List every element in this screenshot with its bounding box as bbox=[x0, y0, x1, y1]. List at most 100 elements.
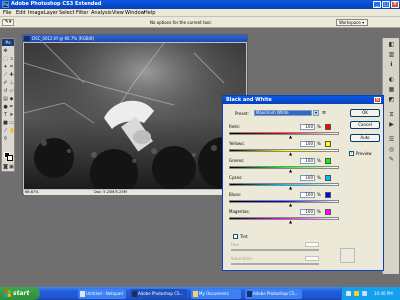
styles-panel-icon[interactable]: ◩ bbox=[387, 96, 396, 104]
crop-tool-icon[interactable]: ⌗ bbox=[9, 64, 14, 70]
channels-panel-icon[interactable]: ◎ bbox=[387, 146, 396, 154]
path-select-icon[interactable]: ➤ bbox=[9, 112, 14, 118]
tint-checkbox[interactable] bbox=[233, 234, 238, 239]
blues-slider-track[interactable] bbox=[229, 200, 339, 203]
eraser-tool-icon[interactable]: ▱ bbox=[9, 88, 14, 94]
saturation-label: Saturation bbox=[231, 256, 252, 261]
minimize-button[interactable]: _ bbox=[373, 1, 381, 8]
quick-mask-icon[interactable]: ◙ bbox=[3, 164, 8, 170]
shape-tool-icon[interactable]: ■ bbox=[3, 120, 8, 126]
document-title-bar[interactable]: DSC_0012.tif @ 66.7% (RGB/8) bbox=[23, 35, 247, 42]
preset-menu-icon[interactable]: ≡ bbox=[322, 110, 327, 116]
menu-view[interactable]: View bbox=[112, 10, 124, 16]
taskbar-item-notepad[interactable]: Untitled - Notepad bbox=[78, 289, 126, 299]
cyans-value[interactable]: 100 bbox=[300, 175, 315, 181]
brush-tool-icon[interactable]: ✐ bbox=[3, 80, 8, 86]
blues-value[interactable]: 100 bbox=[300, 192, 315, 198]
reds-slider-thumb[interactable]: ▲ bbox=[289, 135, 293, 139]
navigator-panel-icon[interactable]: ◧ bbox=[387, 41, 396, 49]
reds-value[interactable]: 100 bbox=[300, 124, 315, 130]
taskbar-item-photoshop[interactable]: Adobe Photoshop CS... bbox=[130, 289, 187, 299]
greens-slider-track[interactable] bbox=[229, 166, 339, 169]
magentas-slider-track[interactable] bbox=[229, 217, 339, 220]
dodge-tool-icon[interactable]: ● bbox=[3, 104, 8, 110]
eyedropper-icon[interactable]: ✎▾ bbox=[2, 19, 14, 26]
saturation-value[interactable] bbox=[305, 256, 319, 261]
tint-color-swatch[interactable] bbox=[340, 248, 355, 263]
marquee-tool-icon[interactable]: ⬚ bbox=[3, 56, 8, 62]
greens-slider-thumb[interactable]: ▲ bbox=[289, 169, 293, 173]
document-window[interactable]: DSC_0012.tif @ 66.7% (RGB/8) 66.67% Doc:… bbox=[22, 34, 248, 195]
volume-icon[interactable] bbox=[362, 291, 367, 296]
menu-file[interactable]: File bbox=[3, 10, 11, 16]
menu-help[interactable]: Help bbox=[144, 10, 155, 16]
menu-layer[interactable]: Layer bbox=[44, 10, 58, 16]
layers-panel-icon[interactable]: ☰ bbox=[387, 136, 396, 144]
preset-select[interactable]: Maximum White bbox=[254, 110, 312, 116]
cyans-slider-thumb[interactable]: ▲ bbox=[289, 186, 293, 190]
blues-slider-thumb[interactable]: ▲ bbox=[289, 203, 293, 207]
dialog-close-button[interactable]: × bbox=[374, 97, 381, 103]
notes-tool-icon[interactable]: ▭ bbox=[9, 120, 14, 126]
taskbar-item-photoshop-2[interactable]: Adobe Photoshop CS... bbox=[245, 289, 302, 299]
hand-tool-icon[interactable]: ✋ bbox=[9, 128, 15, 134]
menu-window[interactable]: Window bbox=[125, 10, 145, 16]
color-panel-icon[interactable]: ◐ bbox=[387, 76, 396, 84]
hue-value[interactable] bbox=[305, 242, 319, 247]
lasso-tool-icon[interactable]: ↄ bbox=[9, 56, 14, 62]
actions-panel-icon[interactable]: ▶ bbox=[387, 121, 396, 129]
healing-brush-icon[interactable]: ✚ bbox=[9, 72, 14, 78]
history-brush-icon[interactable]: ↺ bbox=[3, 88, 8, 94]
security-icon[interactable] bbox=[354, 291, 359, 296]
menu-select[interactable]: Select bbox=[59, 10, 74, 16]
pen-tool-icon[interactable]: ✒ bbox=[9, 104, 14, 110]
reds-slider-track[interactable] bbox=[229, 132, 339, 135]
close-button[interactable]: × bbox=[391, 1, 399, 8]
info-panel-icon[interactable]: ℹ bbox=[387, 61, 396, 69]
move-tool-icon[interactable]: ✥ bbox=[3, 48, 8, 54]
document-canvas[interactable] bbox=[24, 43, 246, 189]
yellows-value[interactable]: 100 bbox=[300, 141, 315, 147]
swatches-panel-icon[interactable]: ▦ bbox=[387, 86, 396, 94]
reds-unit: % bbox=[317, 124, 321, 129]
start-button[interactable]: start bbox=[0, 287, 40, 300]
maximize-button[interactable]: □ bbox=[382, 1, 390, 8]
ok-button[interactable]: OK bbox=[350, 109, 380, 117]
zoom-readout[interactable]: 66.67% bbox=[25, 190, 39, 195]
blur-tool-icon[interactable]: ◆ bbox=[9, 96, 14, 102]
auto-button[interactable]: Auto bbox=[350, 134, 380, 142]
menu-filter[interactable]: Filter bbox=[76, 10, 88, 16]
clock[interactable]: 10:40 PM bbox=[374, 287, 393, 300]
gradient-tool-icon[interactable]: ▤ bbox=[3, 96, 8, 102]
eyedropper-tool-icon[interactable]: ⁄ bbox=[3, 128, 8, 134]
taskbar-item-my-documents[interactable]: My Documents bbox=[191, 289, 241, 299]
cyans-slider-track[interactable] bbox=[229, 183, 339, 186]
saturation-slider-track[interactable] bbox=[231, 263, 319, 265]
history-panel-icon[interactable]: ⧖ bbox=[387, 111, 396, 119]
cancel-button[interactable]: Cancel bbox=[350, 121, 380, 129]
menu-analysis[interactable]: Analysis bbox=[91, 10, 112, 16]
magentas-slider-thumb[interactable]: ▲ bbox=[289, 220, 293, 224]
workspace-button[interactable]: Workspace ▾ bbox=[336, 19, 368, 26]
preview-checkbox[interactable]: ✓ bbox=[349, 151, 354, 156]
zoom-tool-icon[interactable]: ⚲ bbox=[3, 136, 8, 142]
chevron-down-icon[interactable]: ▾ bbox=[313, 110, 319, 116]
hue-slider-track[interactable] bbox=[231, 249, 319, 251]
yellows-slider-thumb[interactable]: ▲ bbox=[289, 152, 293, 156]
dialog-title[interactable]: Black and White bbox=[223, 96, 383, 104]
quick-select-tool-icon[interactable]: ✦ bbox=[3, 64, 8, 70]
slice-tool-icon[interactable]: ⟋ bbox=[3, 72, 8, 78]
clone-stamp-icon[interactable]: ⊥ bbox=[9, 80, 14, 86]
histogram-panel-icon[interactable]: ▥ bbox=[387, 51, 396, 59]
app-title-bar[interactable]: Ps Adobe Photoshop CS3 Extended _ □ × bbox=[0, 0, 400, 9]
network-icon[interactable] bbox=[346, 291, 351, 296]
menu-edit[interactable]: Edit bbox=[16, 10, 26, 16]
menu-image[interactable]: Image bbox=[28, 10, 44, 16]
paths-panel-icon[interactable]: ✎ bbox=[387, 156, 396, 164]
magentas-value[interactable]: 100 bbox=[300, 209, 315, 215]
type-tool-icon[interactable]: T bbox=[3, 112, 8, 118]
background-color-swatch[interactable] bbox=[7, 155, 13, 161]
greens-value[interactable]: 100 bbox=[300, 158, 315, 164]
screen-mode-icon[interactable]: ▣ bbox=[9, 164, 14, 170]
yellows-slider-track[interactable] bbox=[229, 149, 339, 152]
